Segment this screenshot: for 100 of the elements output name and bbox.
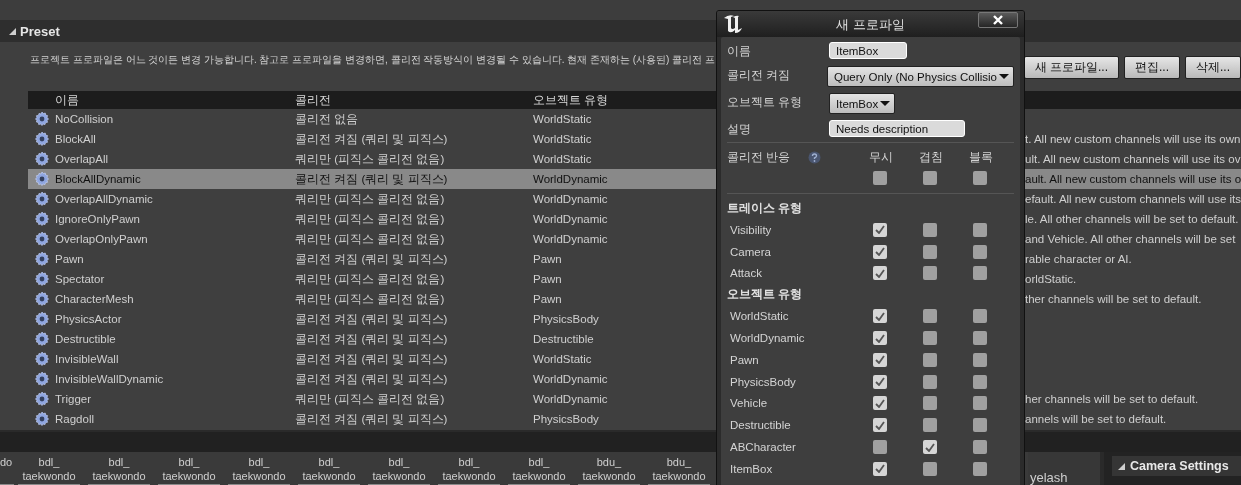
table-row[interactable]: PhysicsActor 콜리전 켜짐 (쿼리 및 피직스) PhysicsBody: [28, 309, 716, 329]
delete-button[interactable]: 삭제...: [1185, 56, 1241, 79]
close-button[interactable]: [978, 12, 1018, 28]
table-cell-text: OverlapOnlyPawn: [55, 233, 149, 245]
checkbox[interactable]: [973, 266, 987, 281]
table-cell-text: Pawn: [533, 273, 563, 285]
table-cell-text: efault. All new custom channels will use its: [1025, 192, 1241, 207]
checkbox[interactable]: [973, 222, 987, 237]
expand-arrow-icon[interactable]: [1118, 462, 1125, 470]
checkbox[interactable]: [973, 418, 987, 433]
text-field[interactable]: ItemBox: [829, 42, 907, 59]
checkbox[interactable]: [923, 418, 937, 433]
checkbox[interactable]: [873, 171, 887, 185]
field-label: 콜리전 켜짐: [727, 67, 792, 84]
checkbox[interactable]: [873, 244, 887, 259]
channel-label: Attack: [729, 266, 763, 282]
table-row[interactable]: Trigger 쿼리만 (피직스 콜리전 없음) WorldDynamic: [28, 389, 716, 409]
new-profile-button[interactable]: 새 프로파일...: [1023, 56, 1119, 79]
checkbox[interactable]: [923, 440, 937, 455]
checkbox[interactable]: [923, 352, 937, 367]
table-cell-text: 콜리전 켜짐 (쿼리 및 피직스): [295, 311, 449, 327]
table-row[interactable]: OverlapAll 쿼리만 (피직스 콜리전 없음) WorldStatic: [28, 149, 716, 169]
table-row[interactable]: Pawn 콜리전 켜짐 (쿼리 및 피직스) Pawn: [28, 249, 716, 269]
table-cell-text: 쿼리만 (피직스 콜리전 없음): [295, 211, 446, 227]
checkbox[interactable]: [973, 309, 987, 324]
table-row[interactable]: Spectator 쿼리만 (피직스 콜리전 없음) Pawn: [28, 269, 716, 289]
table-row[interactable]: OverlapOnlyPawn 쿼리만 (피직스 콜리전 없음) WorldDynamic: [28, 229, 716, 249]
table-row[interactable]: OverlapAllDynamic 쿼리만 (피직스 콜리전 없음) WorldDynamic: [28, 189, 716, 209]
checkbox[interactable]: [873, 331, 887, 346]
checkbox[interactable]: [873, 461, 887, 476]
checkbox[interactable]: [973, 331, 987, 346]
checkbox[interactable]: [923, 309, 937, 324]
checkbox[interactable]: [923, 222, 937, 237]
checkbox[interactable]: [923, 396, 937, 411]
asset-label[interactable]: yelash: [1028, 452, 1104, 485]
table-cell-text: annels will be set to default.: [1025, 412, 1168, 427]
table-row[interactable]: CharacterMesh 쿼리만 (피직스 콜리전 없음) Pawn: [28, 289, 716, 309]
checkbox[interactable]: [973, 374, 987, 389]
checkbox[interactable]: [923, 266, 937, 281]
checkbox[interactable]: [973, 440, 987, 455]
checkbox[interactable]: [923, 461, 937, 476]
checkbox[interactable]: [873, 309, 887, 324]
table-row[interactable]: NoCollision 콜리전 없음 WorldStatic: [28, 109, 716, 129]
checkbox[interactable]: [973, 244, 987, 259]
column-header[interactable]: 오브젝트 유형: [533, 91, 716, 109]
checkbox[interactable]: [973, 171, 987, 185]
checkbox[interactable]: [873, 374, 887, 389]
checkbox[interactable]: [873, 222, 887, 237]
table-row[interactable]: IgnoreOnlyPawn 쿼리만 (피직스 콜리전 없음) WorldDynamic: [28, 209, 716, 229]
dialog-title: 새 프로파일: [836, 18, 905, 32]
table-cell-text: WorldDynamic: [533, 393, 609, 405]
checkbox[interactable]: [873, 352, 887, 367]
checkbox[interactable]: [873, 396, 887, 411]
table-cell-text: Ragdoll: [55, 413, 95, 425]
table-cell-text: BlockAllDynamic: [55, 173, 142, 185]
dropdown[interactable]: Query Only (No Physics Collisio: [827, 66, 1014, 87]
gear-icon: [33, 251, 50, 267]
checkbox[interactable]: [973, 352, 987, 367]
table-row[interactable]: BlockAll 콜리전 켜짐 (쿼리 및 피직스) WorldStatic: [28, 129, 716, 149]
table-row[interactable]: Ragdoll 콜리전 켜짐 (쿼리 및 피직스) PhysicsBody: [28, 409, 716, 429]
table-cell-text: WorldDynamic: [533, 233, 609, 245]
checkbox[interactable]: [923, 331, 937, 346]
edit-button[interactable]: 편집...: [1123, 56, 1180, 79]
table-row[interactable]: InvisibleWallDynamic 콜리전 켜짐 (쿼리 및 피직스) WorldDynamic: [28, 369, 716, 389]
checkbox[interactable]: [973, 461, 987, 476]
table-cell-text: 쿼리만 (피직스 콜리전 없음): [295, 271, 446, 287]
table-row[interactable]: InvisibleWall 콜리전 켜짐 (쿼리 및 피직스) WorldStatic: [28, 349, 716, 369]
expand-arrow-icon[interactable]: [9, 27, 16, 35]
close-icon: [992, 15, 1004, 25]
column-header[interactable]: 이름: [55, 91, 295, 109]
table-cell-text: OverlapAllDynamic: [55, 193, 154, 205]
column-header: 겹침: [919, 149, 944, 165]
check-icon: [875, 225, 885, 235]
table-row[interactable]: BlockAllDynamic 콜리전 켜짐 (쿼리 및 피직스) WorldDynamic: [28, 169, 716, 189]
gear-icon: [33, 391, 50, 407]
text-field[interactable]: Needs description: [829, 120, 965, 137]
checkbox[interactable]: [873, 266, 887, 281]
field-label: 설명: [727, 121, 752, 138]
table-cell-text: 콜리전 켜짐 (쿼리 및 피직스): [295, 351, 449, 367]
check-icon: [875, 464, 885, 474]
checkbox[interactable]: [923, 374, 937, 389]
channel-label: Visibility: [729, 222, 773, 238]
gear-icon: [33, 191, 50, 207]
help-icon[interactable]: [808, 150, 822, 164]
checkbox[interactable]: [973, 396, 987, 411]
table-row[interactable]: Destructible 콜리전 켜짐 (쿼리 및 피직스) Destructible: [28, 329, 716, 349]
checkbox[interactable]: [923, 171, 937, 185]
column-header[interactable]: 콜리전: [295, 91, 533, 109]
gear-icon: [33, 351, 50, 367]
field-label: 이름: [727, 43, 752, 60]
checkbox[interactable]: [873, 418, 887, 433]
dropdown[interactable]: ItemBox: [829, 93, 896, 114]
channel-label: WorldDynamic: [729, 331, 806, 347]
channel-label: Vehicle: [729, 396, 769, 412]
checkbox[interactable]: [923, 244, 937, 259]
table-cell-text: Pawn: [533, 253, 563, 265]
checkbox[interactable]: [873, 440, 887, 455]
check-icon: [875, 398, 885, 408]
section-header[interactable]: Camera Settings: [1112, 456, 1241, 476]
section-label: 콜리전 반응: [727, 149, 791, 165]
